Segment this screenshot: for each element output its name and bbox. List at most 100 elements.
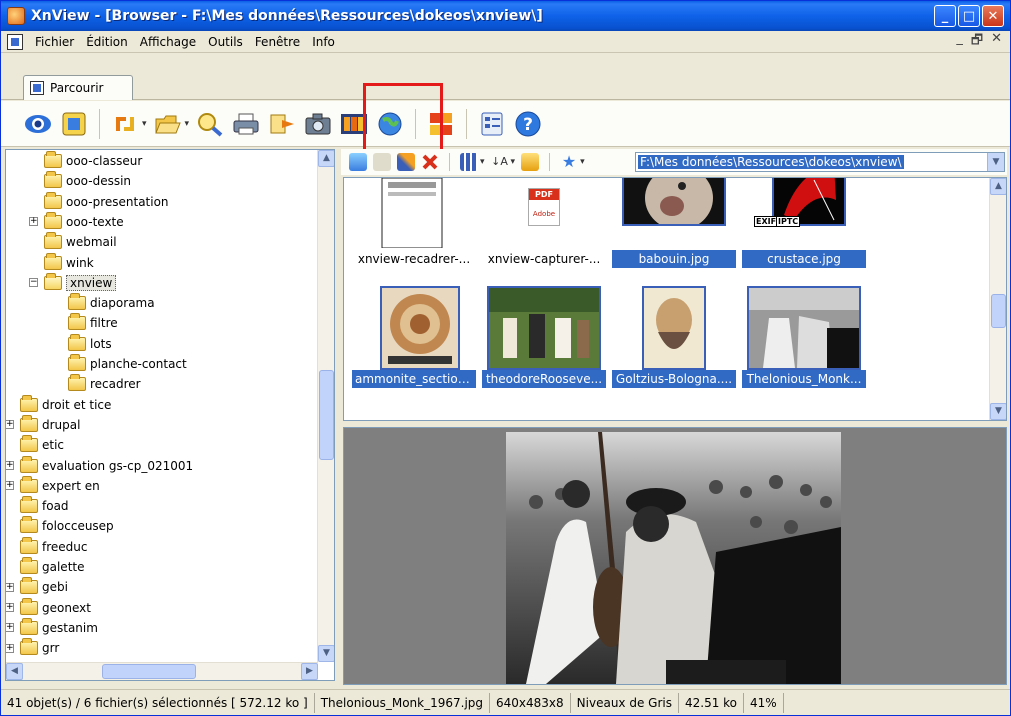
thumbnail-item[interactable]: Thelonious_Monk... — [742, 278, 866, 388]
rotate-button[interactable] — [110, 109, 140, 139]
tree-item[interactable]: droit et tice — [20, 394, 111, 415]
tree-item[interactable]: + gebi — [6, 577, 68, 597]
image-view-icon[interactable] — [349, 153, 367, 171]
xnview-app-icon[interactable] — [7, 7, 25, 25]
tree-hscroll-thumb[interactable] — [102, 664, 196, 679]
path-dropdown-arrow[interactable]: ▼ — [987, 153, 1004, 171]
tree-item[interactable]: ooo-dessin — [44, 171, 131, 191]
print-button[interactable] — [231, 109, 261, 139]
favorites-star-icon[interactable]: ★ — [560, 153, 578, 171]
menu-fenetre[interactable]: Fenêtre — [249, 35, 306, 49]
thumbnail-item[interactable]: Goltzius-Bologna.... — [612, 278, 736, 388]
convert-button[interactable] — [267, 109, 297, 139]
scroll-left-arrow[interactable]: ◀ — [6, 663, 23, 680]
expand-icon[interactable]: + — [6, 603, 14, 613]
thumbnail-item[interactable]: theodoreRooseve... — [482, 278, 606, 388]
view-mode-dropdown-arrow[interactable]: ▾ — [480, 157, 485, 167]
doc-close-button[interactable]: ✕ — [991, 31, 1002, 53]
tree-item[interactable]: + geonext — [6, 597, 91, 618]
collapse-icon[interactable]: − — [29, 278, 38, 288]
thumbs-vertical-scrollbar[interactable]: ▲ ▼ — [989, 178, 1006, 420]
tree-scroll-thumb[interactable] — [319, 370, 334, 460]
tree-vertical-scrollbar[interactable]: ▲ ▼ — [317, 150, 334, 662]
open-dropdown-arrow[interactable]: ▾ — [185, 119, 190, 129]
thumbnail-item[interactable]: ammonite_section... — [352, 278, 476, 388]
thumbs-scroll-thumb[interactable] — [991, 294, 1006, 328]
view-button[interactable] — [23, 109, 53, 139]
delete-icon[interactable] — [421, 153, 439, 171]
rotate-dropdown-arrow[interactable]: ▾ — [142, 119, 147, 129]
expand-icon[interactable]: + — [29, 217, 38, 227]
rename-icon[interactable] — [397, 153, 415, 171]
folder-tree-panel[interactable]: ooo-classeur ooo-dessin ooo-presentation + o… — [5, 149, 335, 681]
path-combobox[interactable]: F:\Mes données\Ressources\dokeos\xnview\… — [635, 152, 1005, 172]
tree-item[interactable]: + evaluation gs-cp_021001 — [6, 455, 193, 476]
image-preview-panel[interactable] — [343, 427, 1007, 685]
tree-item[interactable]: wink — [44, 252, 94, 273]
tree-item[interactable]: + gestanim — [6, 617, 98, 638]
tree-item[interactable]: filtre — [68, 313, 118, 333]
open-button[interactable] — [153, 109, 183, 139]
new-folder-icon[interactable] — [373, 153, 391, 171]
tree-horizontal-scrollbar[interactable]: ◀ ▶ — [6, 662, 318, 680]
expand-icon[interactable]: + — [6, 461, 14, 470]
scroll-up-arrow[interactable]: ▲ — [318, 150, 334, 167]
thumbnail-item[interactable]: EXIF IPTC crustace.jpg — [742, 178, 866, 268]
tree-item[interactable]: etic — [20, 435, 64, 455]
search-button[interactable] — [195, 109, 225, 139]
menu-fichier[interactable]: Fichier — [29, 35, 80, 49]
help-button[interactable]: ? — [513, 109, 543, 139]
tree-item[interactable]: galette — [20, 557, 84, 577]
doc-minimize-button[interactable]: _ — [956, 31, 963, 53]
maximize-button[interactable]: □ — [958, 5, 980, 27]
doc-restore-button[interactable]: 🗗 — [971, 31, 983, 53]
thumbnail-item[interactable]: xnview-recadrer-... — [352, 178, 476, 268]
tree-item[interactable]: planche-contact — [68, 354, 187, 374]
tab-parcourir[interactable]: Parcourir — [23, 75, 133, 100]
tree-item[interactable]: diaporama — [68, 293, 155, 313]
thumbnail-grid[interactable]: ▲ ▼ xnview-recadrer-... PDF Adobe xnview-ca… — [343, 177, 1007, 421]
thumbnail-item[interactable]: PDF Adobe xnview-capturer-... — [482, 178, 606, 268]
tree-item[interactable]: ooo-presentation — [44, 191, 169, 212]
menu-edition[interactable]: Édition — [80, 35, 134, 49]
refresh-folder-icon[interactable] — [521, 153, 540, 171]
tree-item[interactable]: + drupal — [6, 414, 80, 435]
web-button[interactable] — [375, 109, 405, 139]
expand-icon[interactable]: + — [6, 623, 14, 633]
view-mode-icon[interactable] — [460, 153, 478, 171]
title-bar[interactable]: XnView - [Browser - F:\Mes données\Resso… — [1, 1, 1010, 31]
menu-outils[interactable]: Outils — [202, 35, 249, 49]
sort-icon[interactable]: ↓A — [491, 153, 509, 171]
thumbnail-item[interactable]: babouin.jpg — [612, 178, 736, 268]
document-window-icon[interactable] — [7, 33, 23, 50]
tree-item[interactable]: ooo-classeur — [44, 151, 142, 171]
tree-item[interactable]: + grr — [6, 638, 59, 658]
info-button[interactable] — [477, 109, 507, 139]
tree-item[interactable]: + ooo-texte — [29, 211, 124, 232]
scroll-down-arrow[interactable]: ▼ — [990, 403, 1006, 420]
close-button[interactable]: ✕ — [982, 5, 1004, 27]
scroll-down-arrow[interactable]: ▼ — [318, 645, 334, 662]
expand-icon[interactable]: + — [6, 420, 14, 430]
expand-icon[interactable]: + — [6, 481, 14, 491]
fullscreen-button[interactable] — [59, 109, 89, 139]
favorites-dropdown-arrow[interactable]: ▾ — [580, 157, 585, 167]
tree-item[interactable]: − xnview — [29, 272, 117, 293]
scroll-up-arrow[interactable]: ▲ — [990, 178, 1006, 195]
tree-item[interactable]: webmail — [44, 232, 117, 252]
slideshow-button[interactable] — [339, 109, 369, 139]
scroll-right-arrow[interactable]: ▶ — [301, 663, 318, 680]
menu-affichage[interactable]: Affichage — [134, 35, 202, 49]
tree-item[interactable]: foad — [20, 496, 69, 516]
tree-item[interactable]: lots — [68, 333, 112, 354]
menu-info[interactable]: Info — [306, 35, 341, 49]
sort-dropdown-arrow[interactable]: ▾ — [511, 157, 516, 167]
capture-button[interactable] — [303, 109, 333, 139]
minimize-button[interactable]: _ — [934, 5, 956, 27]
tree-item[interactable]: folocceusep — [20, 516, 114, 536]
tree-item[interactable]: + expert en — [6, 475, 100, 496]
expand-icon[interactable]: + — [6, 643, 14, 653]
tree-item[interactable]: recadrer — [68, 374, 141, 394]
tree-item[interactable]: freeduc — [20, 536, 87, 557]
contact-sheet-button[interactable] — [426, 109, 456, 139]
